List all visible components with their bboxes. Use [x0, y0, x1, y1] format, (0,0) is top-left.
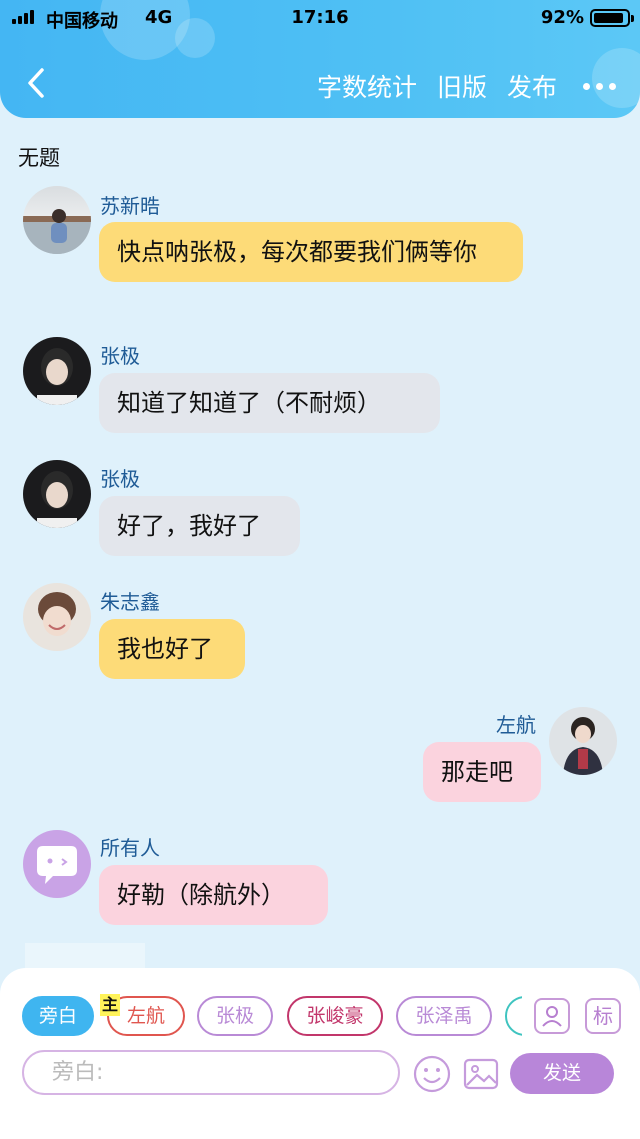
avatar-zhang-ji[interactable] [23, 460, 91, 528]
message-bubble[interactable]: 知道了知道了（不耐烦） [99, 373, 440, 433]
send-button[interactable]: 发送 [510, 1053, 614, 1094]
top-header: 中国移动 4G 17:16 92% 字数统计 旧版 发布 [0, 0, 640, 118]
user-card-icon[interactable] [534, 998, 570, 1034]
message-bubble[interactable]: 好勒（除航外） [99, 865, 328, 925]
more-icon[interactable] [583, 82, 616, 90]
chip-narration[interactable]: 旁白 [22, 996, 94, 1036]
person-photo-icon [37, 471, 77, 528]
sender-name: 张极 [100, 344, 140, 368]
role-chips: 旁白 左航 张极 张峻豪 张泽禹 [22, 996, 522, 1036]
battery-percent: 92% [540, 7, 584, 28]
avatar-zhang-ji[interactable] [23, 337, 91, 405]
message-bubble[interactable]: 那走吧 [423, 742, 541, 802]
image-icon[interactable] [462, 1055, 500, 1093]
sender-name: 左航 [496, 713, 536, 737]
message-bubble[interactable]: 快点呐张极，每次都要我们俩等你 [99, 222, 523, 282]
chat-bubble-icon [37, 846, 77, 884]
status-bar: 中国移动 4G 17:16 92% [0, 0, 640, 36]
sender-name: 所有人 [100, 836, 160, 860]
avatar-everyone[interactable] [23, 830, 91, 898]
old-version-button[interactable]: 旧版 [437, 68, 487, 104]
chip-zhang-zeyu[interactable]: 张泽禹 [396, 996, 492, 1036]
avatar-zhu-zhixin[interactable] [23, 583, 91, 651]
chip-more[interactable] [505, 996, 522, 1036]
document-title: 无题 [18, 146, 60, 170]
battery-icon [590, 9, 634, 27]
tag-button[interactable]: 标 [585, 998, 621, 1034]
message-bubble[interactable]: 好了，我好了 [99, 496, 300, 556]
main-role-badge: 主 [100, 994, 120, 1016]
nav-bar: 字数统计 旧版 发布 [0, 58, 640, 108]
back-arrow-icon[interactable] [22, 66, 52, 100]
person-photo-icon [38, 592, 76, 636]
sender-name: 朱志鑫 [100, 590, 160, 614]
avatar-zuo-hang[interactable] [549, 707, 617, 775]
person-photo-icon [563, 717, 603, 775]
person-photo-icon [23, 209, 91, 254]
message-input-box[interactable] [22, 1050, 400, 1095]
message-input[interactable] [24, 1052, 398, 1093]
sender-name: 张极 [100, 467, 140, 491]
chip-zhang-ji[interactable]: 张极 [197, 996, 273, 1036]
faded-placeholder [25, 943, 145, 968]
emoji-icon[interactable] [413, 1055, 451, 1093]
chip-zhang-junhao[interactable]: 张峻豪 [287, 996, 383, 1036]
avatar-su-xinhao[interactable] [23, 186, 91, 254]
sender-name: 苏新晧 [100, 194, 160, 218]
publish-button[interactable]: 发布 [507, 68, 557, 104]
message-bubble[interactable]: 我也好了 [99, 619, 245, 679]
word-count-button[interactable]: 字数统计 [317, 68, 417, 104]
person-photo-icon [37, 348, 77, 405]
